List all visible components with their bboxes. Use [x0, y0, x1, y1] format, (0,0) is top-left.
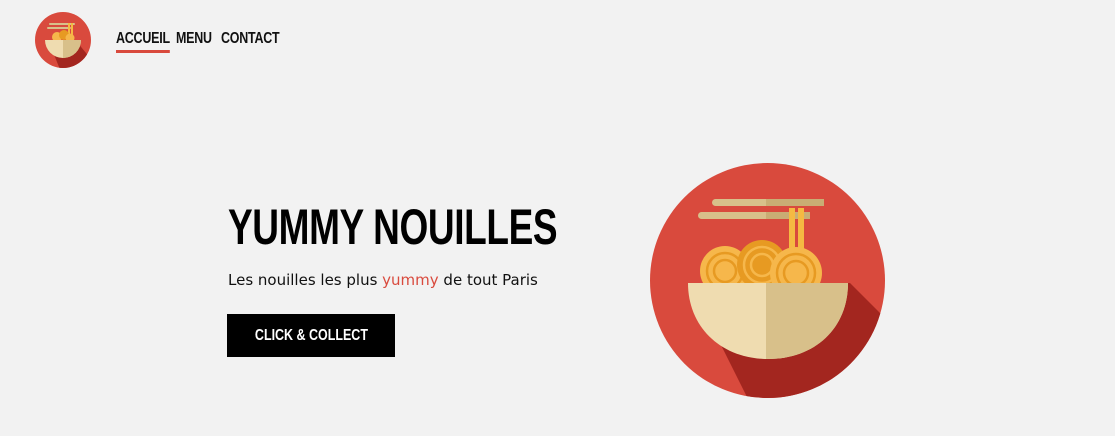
- tagline-text-start: Les nouilles les plus: [228, 271, 383, 289]
- cta-label: CLICK & COLLECT: [254, 326, 368, 344]
- tagline-accent: yummy: [382, 271, 439, 289]
- nav-link-accueil[interactable]: ACCUEIL: [116, 30, 170, 53]
- nav-link-contact[interactable]: CONTACT: [221, 30, 280, 51]
- nav-link-menu[interactable]: MENU: [176, 30, 212, 51]
- main-nav: ACCUEIL MENU CONTACT: [116, 30, 280, 53]
- ramen-bowl-illustration: [650, 163, 885, 398]
- click-and-collect-button[interactable]: CLICK & COLLECT: [227, 314, 395, 357]
- tagline-text-end: de tout Paris: [438, 271, 538, 289]
- logo-icon[interactable]: [35, 12, 91, 68]
- hero-title: YUMMY NOUILLES: [228, 199, 558, 255]
- hero-tagline: Les nouilles les plus yummy de tout Pari…: [228, 271, 538, 289]
